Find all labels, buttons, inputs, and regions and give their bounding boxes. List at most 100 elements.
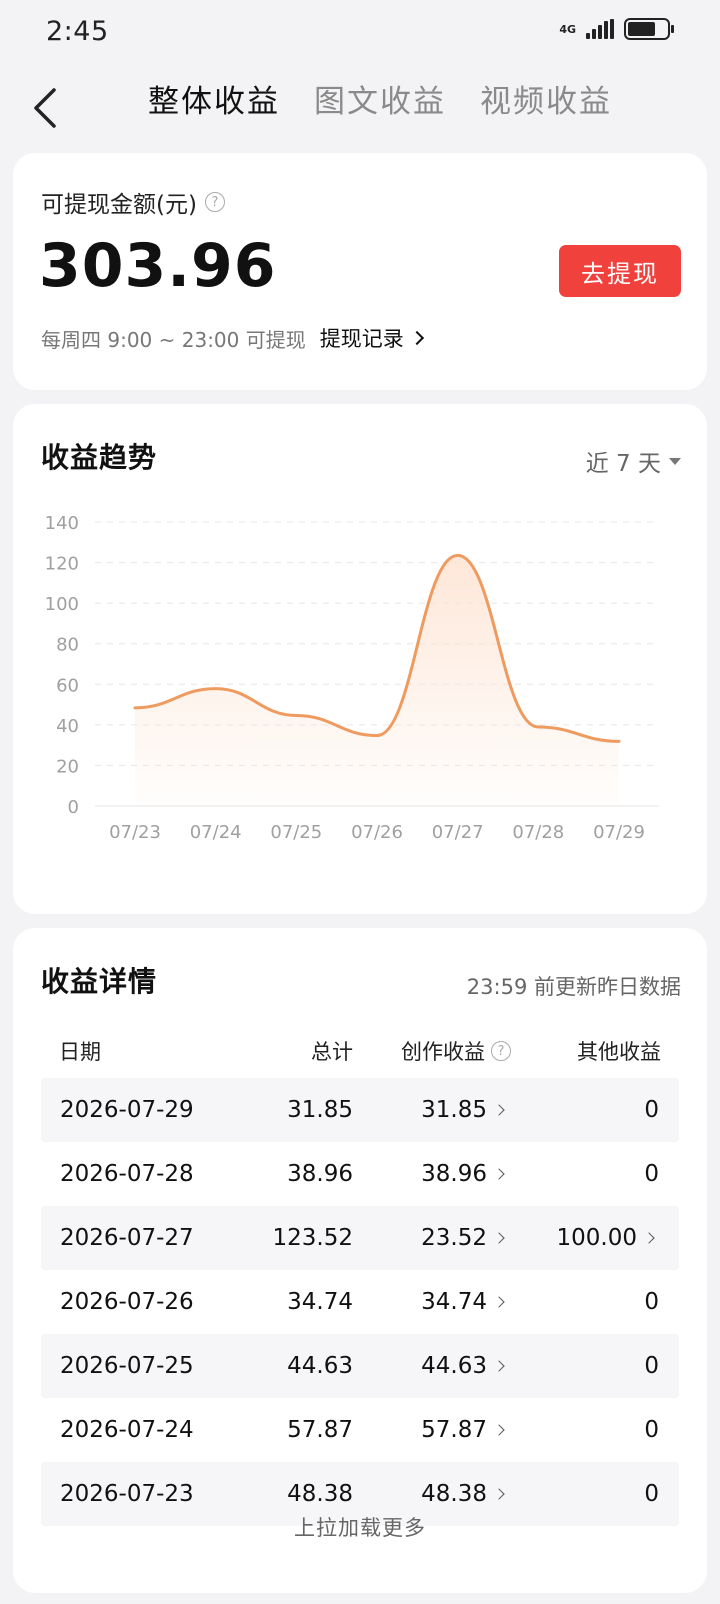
row-total: 123.52 (272, 1225, 353, 1251)
column-header-date: 日期 (59, 1040, 101, 1064)
row-creation: 44.63 (421, 1353, 487, 1379)
balance-label: 可提现金额(元) (41, 192, 197, 218)
row-date: 2026-07-26 (60, 1289, 194, 1315)
row-other: 0 (644, 1481, 659, 1507)
y-tick-label: 40 (56, 716, 79, 737)
back-button[interactable] (30, 86, 66, 130)
balance-card: 可提现金额(元) ? 303.96 去提现 每周四 9:00 ~ 23:00 可… (13, 153, 707, 390)
tab-overall-income[interactable]: 整体收益 (148, 76, 280, 121)
signal-icon (586, 19, 614, 39)
row-other: 0 (644, 1417, 659, 1443)
network-type-icon: 4G (559, 22, 576, 36)
income-table: 2026-07-29 31.85 31.85 0 2026-07-28 38.96 38.9… (41, 1078, 679, 1526)
chevron-right-icon (493, 1168, 505, 1180)
row-total: 31.85 (287, 1097, 353, 1123)
trend-title: 收益趋势 (41, 441, 158, 474)
row-other: 100.00 (556, 1225, 637, 1251)
balance-amount: 303.96 (39, 231, 277, 301)
status-icons: 4G (559, 18, 674, 40)
tab-bar: 整体收益 图文收益 视频收益 (148, 76, 612, 121)
row-total: 38.96 (287, 1161, 353, 1187)
top-nav: 整体收益 图文收益 视频收益 (0, 66, 720, 150)
withdraw-record-label: 提现记录 (319, 327, 404, 351)
row-creation-link[interactable]: 31.85 (421, 1097, 505, 1123)
chevron-right-icon (493, 1360, 505, 1372)
row-creation-link[interactable]: 48.38 (421, 1481, 505, 1507)
x-tick-label: 07/23 (109, 822, 161, 843)
y-tick-label: 0 (68, 797, 79, 818)
chevron-right-icon (643, 1232, 655, 1244)
row-date: 2026-07-28 (60, 1161, 194, 1187)
row-creation: 34.74 (421, 1289, 487, 1315)
table-row: 2026-07-25 44.63 44.63 0 (41, 1334, 679, 1398)
row-creation-link[interactable]: 23.52 (421, 1225, 505, 1251)
row-total: 34.74 (287, 1289, 353, 1315)
y-tick-label: 140 (45, 513, 79, 534)
row-total: 44.63 (287, 1353, 353, 1379)
details-title: 收益详情 (41, 965, 158, 998)
battery-icon (624, 18, 674, 40)
tab-video-income[interactable]: 视频收益 (480, 76, 612, 121)
trend-card: 收益趋势 近 7 天 0 20 40 60 80 100 120 140 07/23 07/24 0… (13, 404, 707, 914)
status-bar: 2:45 4G (0, 0, 720, 66)
range-select[interactable]: 近 7 天 (586, 444, 681, 478)
table-row: 2026-07-28 38.96 38.96 0 (41, 1142, 679, 1206)
details-card: 收益详情 23:59 前更新昨日数据 日期 总计 创作收益 ? 其他收益 202… (13, 928, 707, 1593)
x-tick-label: 07/24 (190, 822, 242, 843)
load-more-hint: 上拉加载更多 (294, 1516, 426, 1540)
row-other: 0 (644, 1097, 659, 1123)
withdraw-record-link[interactable]: 提现记录 (319, 323, 424, 353)
balance-label-row: 可提现金额(元) ? (41, 185, 225, 219)
column-header-total: 总计 (311, 1040, 353, 1064)
chevron-right-icon (493, 1104, 505, 1116)
y-tick-label: 120 (45, 554, 79, 575)
table-row: 2026-07-24 57.87 57.87 0 (41, 1398, 679, 1462)
x-tick-label: 07/28 (512, 822, 564, 843)
x-tick-label: 07/26 (351, 822, 403, 843)
x-tick-label: 07/25 (270, 822, 322, 843)
status-time: 2:45 (46, 16, 109, 47)
details-update-note: 23:59 前更新昨日数据 (466, 975, 681, 999)
y-tick-label: 80 (56, 635, 79, 656)
chevron-right-icon (493, 1232, 505, 1244)
help-icon[interactable]: ? (204, 192, 225, 212)
table-header: 日期 总计 创作收益 ? 其他收益 (41, 1036, 679, 1076)
row-creation-link[interactable]: 57.87 (421, 1417, 505, 1443)
row-creation: 57.87 (421, 1417, 487, 1443)
y-tick-label: 20 (56, 756, 79, 777)
column-header-creation-label: 创作收益 (401, 1040, 485, 1064)
tab-article-income[interactable]: 图文收益 (314, 76, 446, 121)
x-tick-label: 07/29 (593, 822, 645, 843)
battery-level (628, 22, 655, 36)
table-row: 2026-07-26 34.74 34.74 0 (41, 1270, 679, 1334)
help-icon[interactable]: ? (491, 1041, 511, 1061)
withdraw-schedule-text: 每周四 9:00 ~ 23:00 可提现 (41, 327, 306, 352)
chevron-right-icon (493, 1296, 505, 1308)
withdraw-button[interactable]: 去提现 (559, 245, 681, 297)
chevron-right-icon (409, 330, 424, 346)
row-creation-link[interactable]: 34.74 (421, 1289, 505, 1315)
y-tick-label: 100 (45, 594, 79, 615)
row-creation: 48.38 (421, 1481, 487, 1507)
withdraw-schedule: 每周四 9:00 ~ 23:00 可提现 提现记录 (41, 323, 424, 353)
y-tick-label: 60 (56, 675, 79, 696)
caret-down-icon (669, 457, 681, 465)
row-creation: 38.96 (421, 1161, 487, 1187)
table-row: 2026-07-29 31.85 31.85 0 (41, 1078, 679, 1142)
row-date: 2026-07-24 (60, 1417, 194, 1443)
row-total: 48.38 (287, 1481, 353, 1507)
row-creation-link[interactable]: 38.96 (421, 1161, 505, 1187)
back-arrow-icon (34, 88, 56, 128)
row-other: 0 (644, 1161, 659, 1187)
row-other: 0 (644, 1289, 659, 1315)
row-total: 57.87 (287, 1417, 353, 1443)
row-creation-link[interactable]: 44.63 (421, 1353, 505, 1379)
row-date: 2026-07-27 (60, 1225, 194, 1251)
row-other-link[interactable]: 100.00 (556, 1225, 655, 1251)
series-area (135, 555, 619, 806)
x-tick-label: 07/27 (432, 822, 484, 843)
row-creation: 23.52 (421, 1225, 487, 1251)
column-header-creation: 创作收益 ? (401, 1036, 511, 1066)
table-row: 2026-07-27 123.52 23.52 100.00 (41, 1206, 679, 1270)
column-header-other: 其他收益 (577, 1040, 661, 1064)
